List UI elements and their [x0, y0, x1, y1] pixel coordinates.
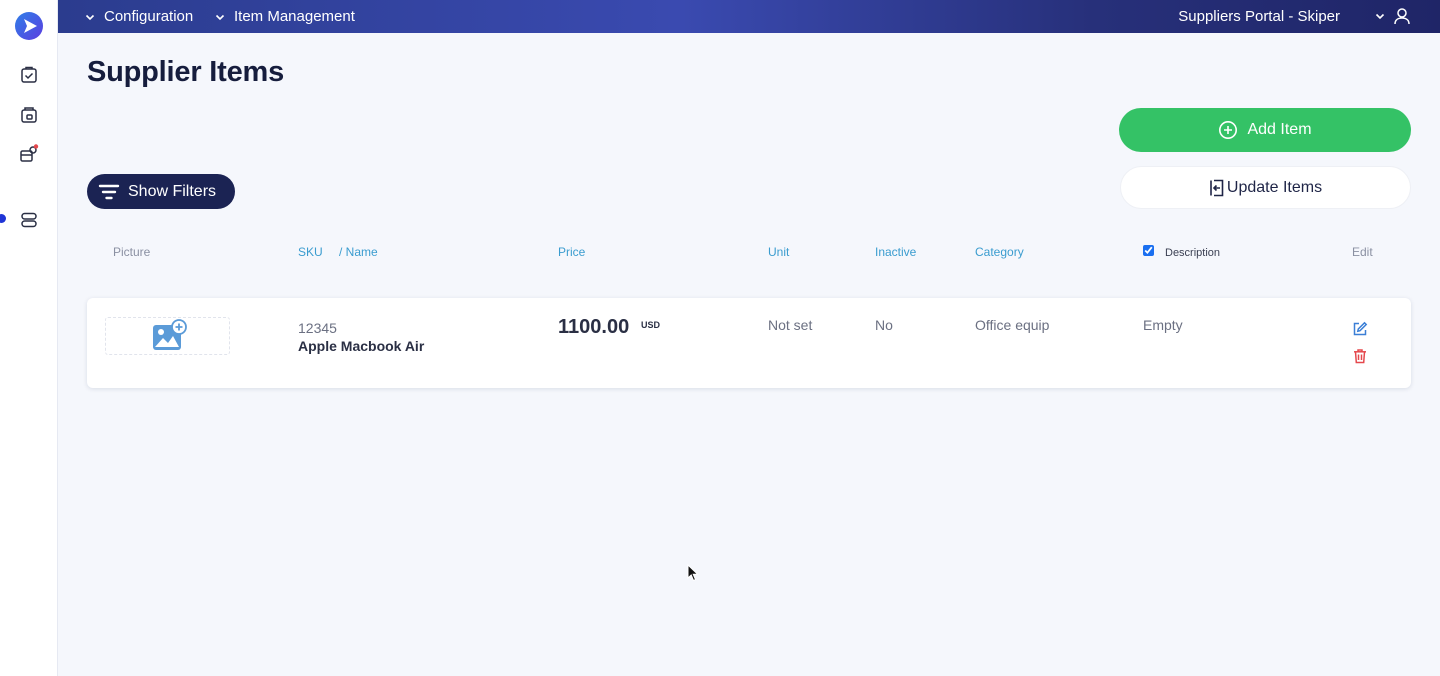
show-filters-button[interactable]: Show Filters [87, 174, 235, 209]
column-header-price[interactable]: Price [558, 245, 585, 259]
description-checkbox[interactable] [1143, 245, 1154, 256]
item-currency: USD [641, 320, 661, 330]
item-price: 1100.00 [558, 316, 630, 338]
column-header-category[interactable]: Category [975, 245, 1024, 259]
user-icon[interactable] [1392, 6, 1412, 26]
filter-icon [98, 184, 120, 199]
add-image-icon [153, 319, 187, 350]
update-items-label: Update Items [1226, 178, 1323, 196]
supplier-icon[interactable] [18, 143, 40, 165]
sidebar [0, 0, 58, 676]
column-header-unit[interactable]: Unit [768, 245, 789, 259]
column-header-inactive[interactable]: Inactive [875, 245, 916, 259]
breadcrumb-label: Configuration [104, 8, 194, 25]
chevron-down-icon [85, 14, 95, 20]
toggle-icon[interactable] [18, 209, 40, 231]
mouse-cursor-icon [687, 564, 699, 582]
column-header-edit: Edit [1352, 245, 1373, 259]
item-description: Empty [1143, 317, 1183, 333]
column-header-sku[interactable]: SKU [298, 245, 323, 259]
item-sku: 12345 [298, 320, 337, 336]
table-row: 12345 Apple Macbook Air 1100.00 USD Not … [87, 298, 1411, 388]
active-indicator [0, 214, 6, 223]
chevron-down-icon [215, 14, 225, 20]
breadcrumb-item-management[interactable]: Item Management [214, 0, 355, 33]
edit-icon[interactable] [1352, 321, 1368, 337]
chevron-down-icon[interactable] [1374, 10, 1386, 22]
plus-circle-icon [1219, 121, 1238, 139]
logo-icon[interactable] [14, 11, 44, 41]
delete-icon[interactable] [1352, 348, 1368, 364]
checklist-icon[interactable] [18, 64, 40, 86]
add-item-label: Add Item [1247, 121, 1312, 138]
page-title: Supplier Items [87, 56, 285, 88]
update-items-button[interactable]: Update Items [1120, 166, 1411, 209]
import-icon [1210, 179, 1224, 196]
portal-name[interactable]: Suppliers Portal - Skiper [1178, 0, 1340, 33]
add-item-button[interactable]: Add Item [1119, 108, 1411, 152]
item-unit: Not set [768, 317, 813, 333]
item-name: Apple Macbook Air [298, 338, 425, 354]
column-header-picture: Picture [113, 245, 151, 259]
breadcrumb-configuration[interactable]: Configuration [84, 0, 193, 33]
show-filters-label: Show Filters [128, 182, 217, 200]
column-header-name[interactable]: / Name [339, 245, 378, 259]
add-picture-button[interactable] [105, 317, 230, 355]
item-category: Office equip [975, 317, 1050, 333]
column-header-description: Description [1165, 247, 1221, 259]
top-bar: Configuration Item Management Suppliers … [58, 0, 1440, 33]
store-icon[interactable] [18, 104, 40, 126]
breadcrumb-label: Item Management [234, 8, 355, 25]
item-inactive: No [875, 317, 893, 333]
